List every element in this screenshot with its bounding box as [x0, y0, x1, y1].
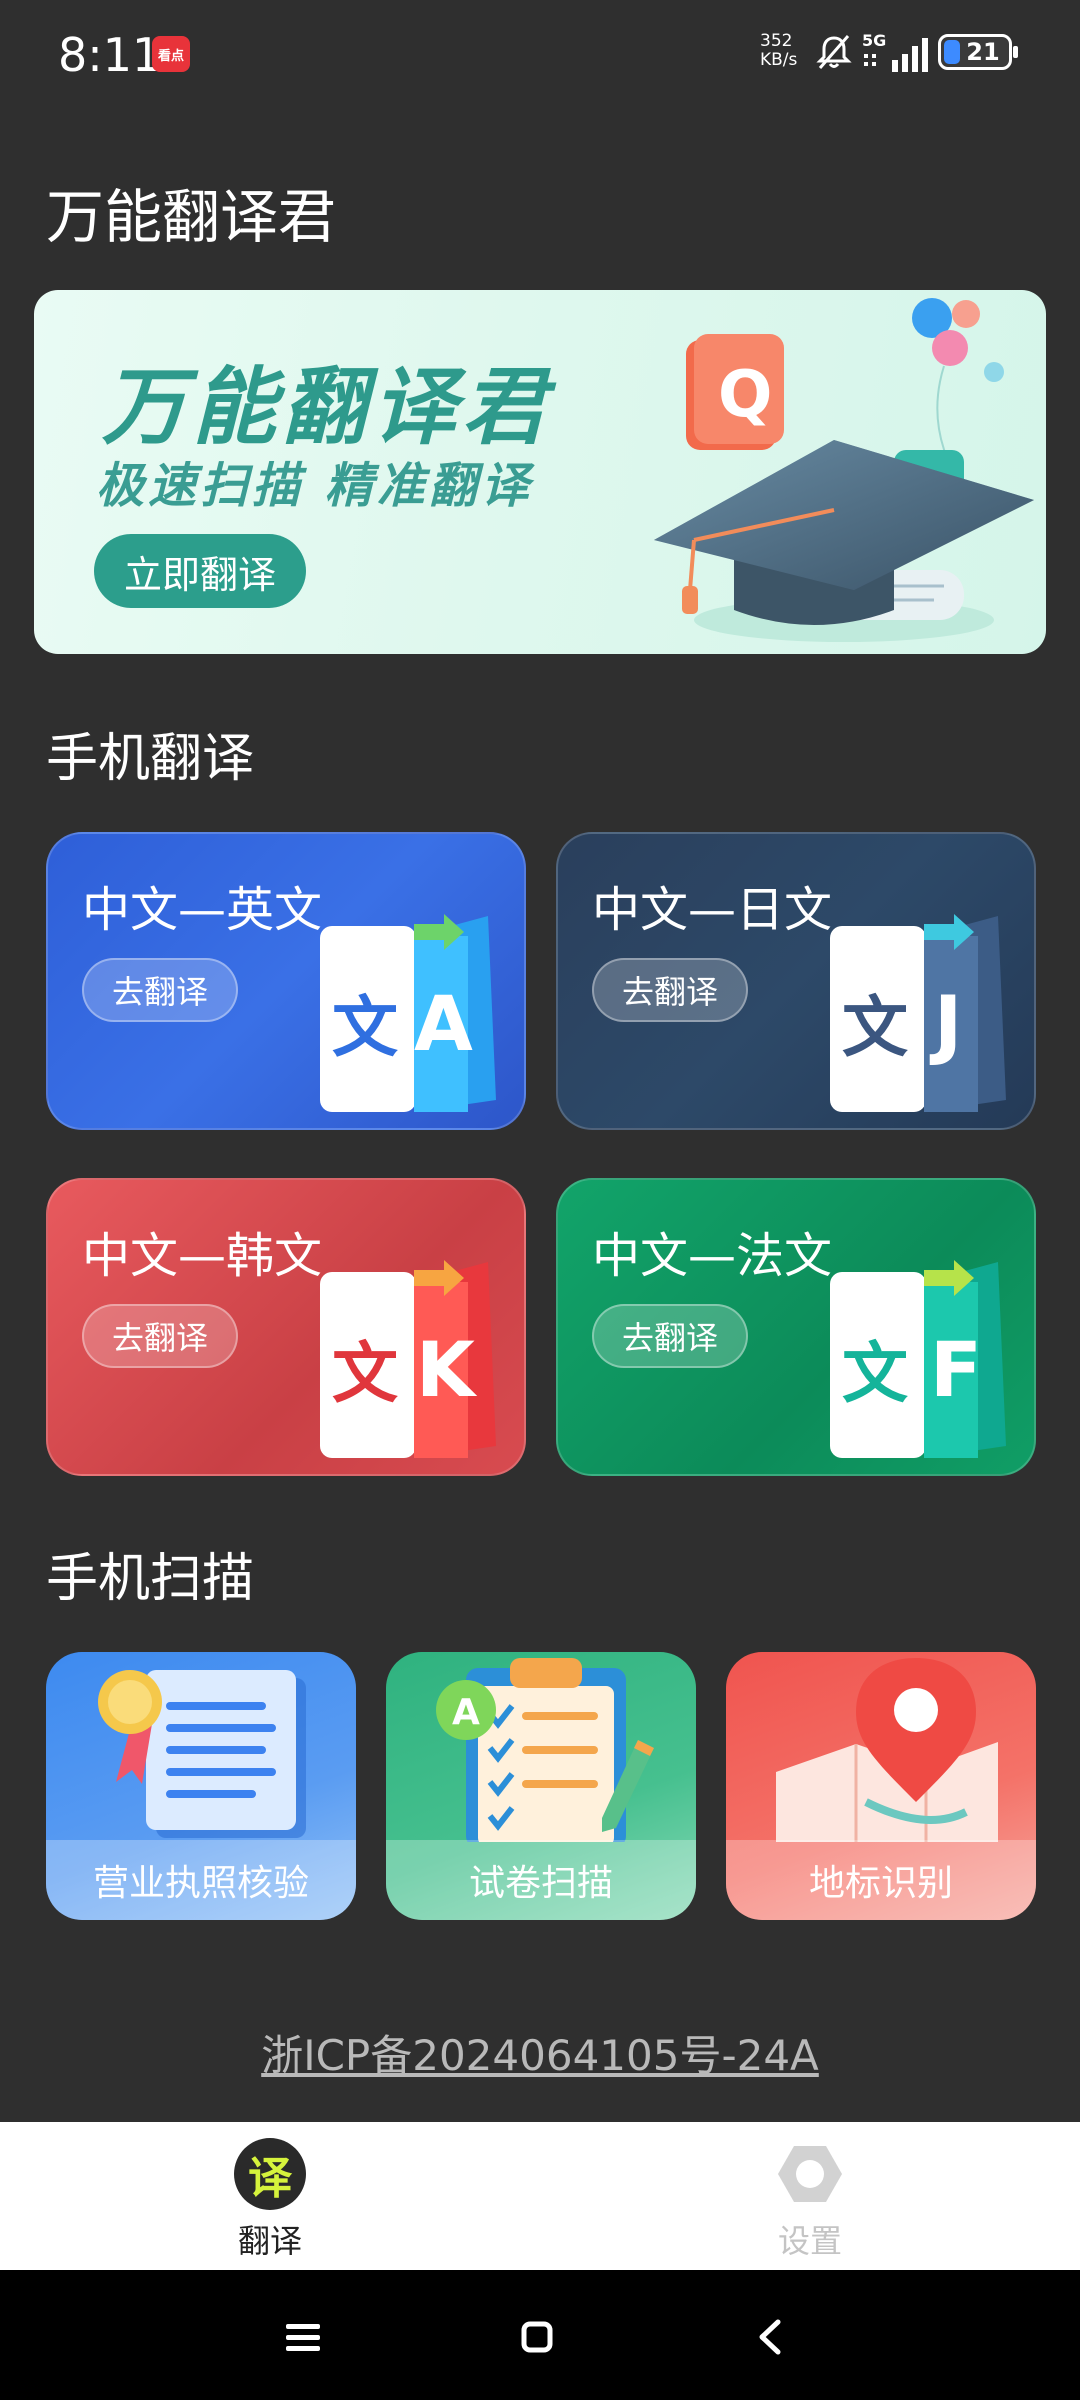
target-letter: K [416, 1325, 478, 1414]
section-title-translate: 手机翻译 [46, 729, 255, 789]
bell-muted-icon [816, 35, 852, 69]
back-icon[interactable] [746, 2312, 796, 2362]
scan-card-exam[interactable]: A 试卷扫描 [386, 1652, 696, 1920]
scan-card-landmark[interactable]: 地标识别 [726, 1652, 1036, 1920]
page-title: 万能翻译君 [46, 183, 337, 251]
gear-icon [778, 2146, 842, 2202]
battery-icon: 21 [938, 34, 1018, 70]
status-time: 8:11 [58, 28, 162, 82]
target-letter: J [929, 979, 962, 1068]
scan-card-label: 地标识别 [726, 1840, 1036, 1920]
translate-book-icon: 文 A [320, 914, 496, 1112]
nav-tab-settings[interactable]: 设置 [710, 2138, 910, 2262]
banner-title: 万能翻译君 [102, 358, 553, 456]
translate-card-label: 中文—法文 [592, 1228, 833, 1284]
icp-license-link[interactable]: 浙ICP备2024064105号-24A [0, 2022, 1080, 2083]
translate-card-label: 中文—日文 [592, 882, 833, 938]
notification-app-icon: 看点 [152, 36, 190, 72]
system-navigation-bar [0, 2270, 1080, 2400]
network-speed-unit: KB/s [760, 50, 798, 70]
translate-card-french[interactable]: 中文—法文 去翻译 文 F [556, 1178, 1036, 1476]
menu-icon[interactable] [278, 2312, 328, 2362]
network-speed: 352 KB/s [760, 32, 797, 70]
go-translate-button[interactable]: 去翻译 [82, 1304, 238, 1368]
nav-tab-label: 设置 [777, 2222, 842, 2260]
target-letter: A [414, 979, 473, 1068]
translate-card-japanese[interactable]: 中文—日文 去翻译 文 J [556, 832, 1036, 1130]
network-type-label: 5G [862, 31, 886, 50]
map-pin-icon [776, 1658, 998, 1842]
promo-banner[interactable]: 万能翻译君 极速扫描 精准翻译 立即翻译 Q A [34, 290, 1046, 654]
scan-card-label: 营业执照核验 [46, 1840, 356, 1920]
chinese-char: 文 [842, 1335, 908, 1412]
svg-text:A: A [452, 1692, 480, 1733]
go-translate-button[interactable]: 去翻译 [82, 958, 238, 1022]
license-icon [98, 1670, 306, 1838]
go-translate-button[interactable]: 去翻译 [592, 1304, 748, 1368]
section-title-scan: 手机扫描 [46, 1549, 255, 1609]
target-letter: F [930, 1325, 982, 1414]
battery-level: 21 [966, 38, 1000, 66]
chinese-char: 文 [332, 989, 398, 1066]
chinese-char: 文 [332, 1335, 398, 1412]
status-bar: 8:11 看点 352 KB/s 5G 21 [0, 0, 1080, 110]
clipboard-icon: A [436, 1658, 654, 1842]
translate-card-label: 中文—韩文 [82, 1228, 323, 1284]
nav-tab-translate[interactable]: 译 翻译 [170, 2138, 370, 2262]
translate-icon: 译 [234, 2138, 306, 2210]
nav-tab-label: 翻译 [237, 2222, 302, 2260]
home-icon[interactable] [512, 2312, 562, 2362]
translate-card-english[interactable]: 中文—英文 去翻译 文 A [46, 832, 526, 1130]
bottom-navigation: 译 翻译 设置 [0, 2122, 1080, 2270]
signal-5g-icon: 5G [862, 31, 928, 72]
translate-book-icon: 文 F [830, 1260, 1006, 1458]
translate-book-icon: 文 J [830, 914, 1006, 1112]
graduation-cap-illustration: Q A [654, 298, 1034, 642]
banner-subtitle: 极速扫描 精准翻译 [96, 458, 533, 514]
translate-card-korean[interactable]: 中文—韩文 去翻译 文 K [46, 1178, 526, 1476]
chinese-char: 文 [842, 989, 908, 1066]
scan-card-label: 试卷扫描 [386, 1840, 696, 1920]
translate-book-icon: 文 K [320, 1260, 496, 1458]
scan-card-license[interactable]: 营业执照核验 [46, 1652, 356, 1920]
svg-text:Q: Q [718, 358, 772, 432]
translate-card-label: 中文—英文 [82, 882, 323, 938]
network-speed-value: 352 [760, 31, 793, 51]
translate-now-button[interactable]: 立即翻译 [94, 534, 306, 608]
go-translate-button[interactable]: 去翻译 [592, 958, 748, 1022]
